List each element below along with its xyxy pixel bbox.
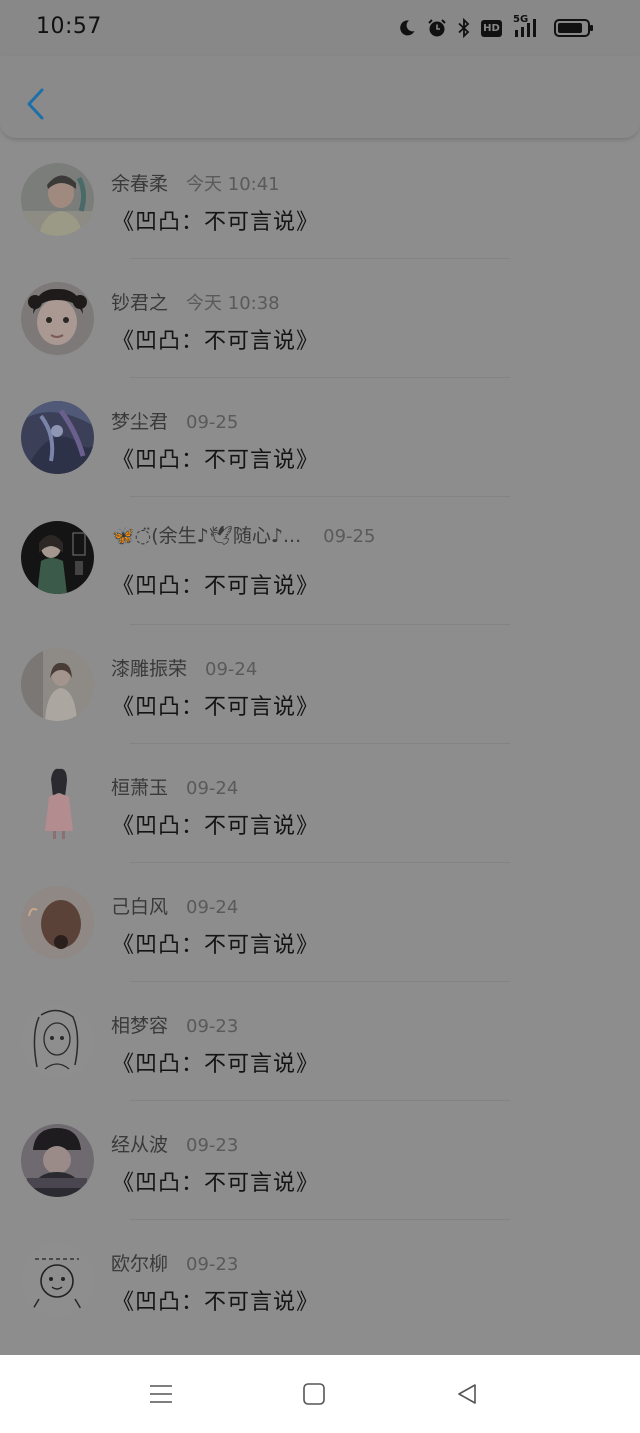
avatar xyxy=(21,767,94,840)
message-time: 09-23 xyxy=(186,1135,239,1156)
message-time: 今天 10:38 xyxy=(186,293,280,314)
avatar-fantasy-art-icon xyxy=(21,401,94,474)
name-line: 余春柔 今天 10:41 xyxy=(111,169,280,196)
avatar xyxy=(21,648,94,721)
hd-icon: HD xyxy=(481,19,502,37)
avatar-sketch-girl-icon xyxy=(21,1005,94,1078)
message-time: 09-24 xyxy=(186,778,239,799)
message-time: 09-25 xyxy=(186,412,239,433)
list-item[interactable]: 欧尔柳 09-23 《凹凸：不可言说》 xyxy=(0,1220,640,1339)
name-line: 漆雕振荣 09-24 xyxy=(111,654,257,681)
sender-name: 欧尔柳 xyxy=(111,1253,169,1275)
avatar-boy-sweater-icon xyxy=(21,163,94,236)
list-item[interactable]: 梦尘君 09-25 《凹凸：不可言说》 xyxy=(0,378,640,497)
message-preview: 《凹凸：不可言说》 xyxy=(112,1290,320,1315)
avatar-hair-back-icon xyxy=(21,886,94,959)
list-item[interactable]: 经从波 09-23 《凹凸：不可言说》 xyxy=(0,1101,640,1220)
navigation-bar xyxy=(0,1355,640,1433)
sender-name: 钞君之 xyxy=(111,292,169,314)
name-line: 己白风 09-24 xyxy=(111,892,238,919)
name-line: 经从波 09-23 xyxy=(111,1130,238,1157)
avatar xyxy=(21,886,94,959)
alarm-clock-icon xyxy=(427,18,447,38)
avatar-woman-room-icon xyxy=(21,648,94,721)
list-item[interactable]: 余春柔 今天 10:41 《凹凸：不可言说》 xyxy=(0,140,640,259)
message-time: 今天 10:41 xyxy=(186,174,280,195)
message-preview: 《凹凸：不可言说》 xyxy=(112,1171,320,1196)
message-time: 09-24 xyxy=(186,897,239,918)
message-preview: 《凹凸：不可言说》 xyxy=(112,814,320,839)
name-line: 欧尔柳 09-23 xyxy=(111,1249,238,1276)
message-list: 余春柔 今天 10:41 《凹凸：不可言说》 钞君之 今天 10:38 《凹凸：… xyxy=(0,140,640,1339)
name-line: 梦尘君 09-25 xyxy=(111,407,238,434)
header xyxy=(0,56,640,139)
back-triangle-icon xyxy=(458,1384,476,1404)
avatar-girl-hat-icon xyxy=(21,1124,94,1197)
message-time: 09-23 xyxy=(186,1254,239,1275)
name-line: 钞君之 今天 10:38 xyxy=(111,288,280,315)
status-time: 10:57 xyxy=(36,14,102,39)
list-item[interactable]: 己白风 09-24 《凹凸：不可言说》 xyxy=(0,863,640,982)
avatar xyxy=(21,282,94,355)
sender-name: 🦋◌̈(余生♪🕊随心♪... xyxy=(111,525,302,547)
menu-icon xyxy=(150,1385,172,1403)
sender-name: 相梦容 xyxy=(111,1015,169,1037)
avatar-doodle-icon xyxy=(21,1243,94,1316)
list-item[interactable]: 漆雕振荣 09-24 《凹凸：不可言说》 xyxy=(0,625,640,744)
name-line: 🦋◌̈(余生♪🕊随心♪... 09-25 xyxy=(111,521,375,548)
moon-icon xyxy=(398,19,416,37)
sender-name: 己白风 xyxy=(111,896,169,918)
message-time: 09-24 xyxy=(205,659,258,680)
avatar xyxy=(21,1005,94,1078)
sender-name: 桓萧玉 xyxy=(111,777,169,799)
sender-name: 余春柔 xyxy=(111,173,169,195)
message-preview: 《凹凸：不可言说》 xyxy=(112,574,320,599)
5g-signal-icon: 5G xyxy=(513,14,543,39)
avatar xyxy=(21,1124,94,1197)
avatar-girl-pink-dress-icon xyxy=(21,767,94,840)
avatar xyxy=(21,521,94,594)
list-item[interactable]: 相梦容 09-23 《凹凸：不可言说》 xyxy=(0,982,640,1101)
sender-name: 漆雕振荣 xyxy=(111,658,188,680)
home-button[interactable] xyxy=(299,1379,329,1409)
list-item[interactable]: 桓萧玉 09-24 《凹凸：不可言说》 xyxy=(0,744,640,863)
avatar xyxy=(21,1243,94,1316)
message-time: 09-23 xyxy=(186,1016,239,1037)
list-item[interactable]: 钞君之 今天 10:38 《凹凸：不可言说》 xyxy=(0,259,640,378)
name-line: 相梦容 09-23 xyxy=(111,1011,238,1038)
bluetooth-icon xyxy=(458,18,470,38)
message-preview: 《凹凸：不可言说》 xyxy=(112,329,320,354)
status-icons: HD 5G xyxy=(398,14,594,40)
message-preview: 《凹凸：不可言说》 xyxy=(112,695,320,720)
message-preview: 《凹凸：不可言说》 xyxy=(112,1052,320,1077)
message-preview: 《凹凸：不可言说》 xyxy=(112,210,320,235)
avatar xyxy=(21,163,94,236)
sender-name: 经从波 xyxy=(111,1134,169,1156)
battery-icon xyxy=(554,18,594,38)
message-preview: 《凹凸：不可言说》 xyxy=(112,933,320,958)
avatar-child-portrait-icon xyxy=(21,282,94,355)
avatar-girl-green-dress-icon xyxy=(21,521,94,594)
back-nav-button[interactable] xyxy=(452,1379,482,1409)
home-icon xyxy=(303,1383,325,1405)
status-bar: 10:57 HD 5G xyxy=(0,0,640,56)
message-preview: 《凹凸：不可言说》 xyxy=(112,448,320,473)
message-time: 09-25 xyxy=(323,526,376,547)
sender-name: 梦尘君 xyxy=(111,411,169,433)
avatar xyxy=(21,401,94,474)
menu-button[interactable] xyxy=(146,1379,176,1409)
chevron-left-icon xyxy=(27,88,44,120)
name-line: 桓萧玉 09-24 xyxy=(111,773,238,800)
list-item[interactable]: 🦋◌̈(余生♪🕊随心♪... 09-25 《凹凸：不可言说》 xyxy=(0,497,640,625)
back-button[interactable] xyxy=(18,84,52,124)
